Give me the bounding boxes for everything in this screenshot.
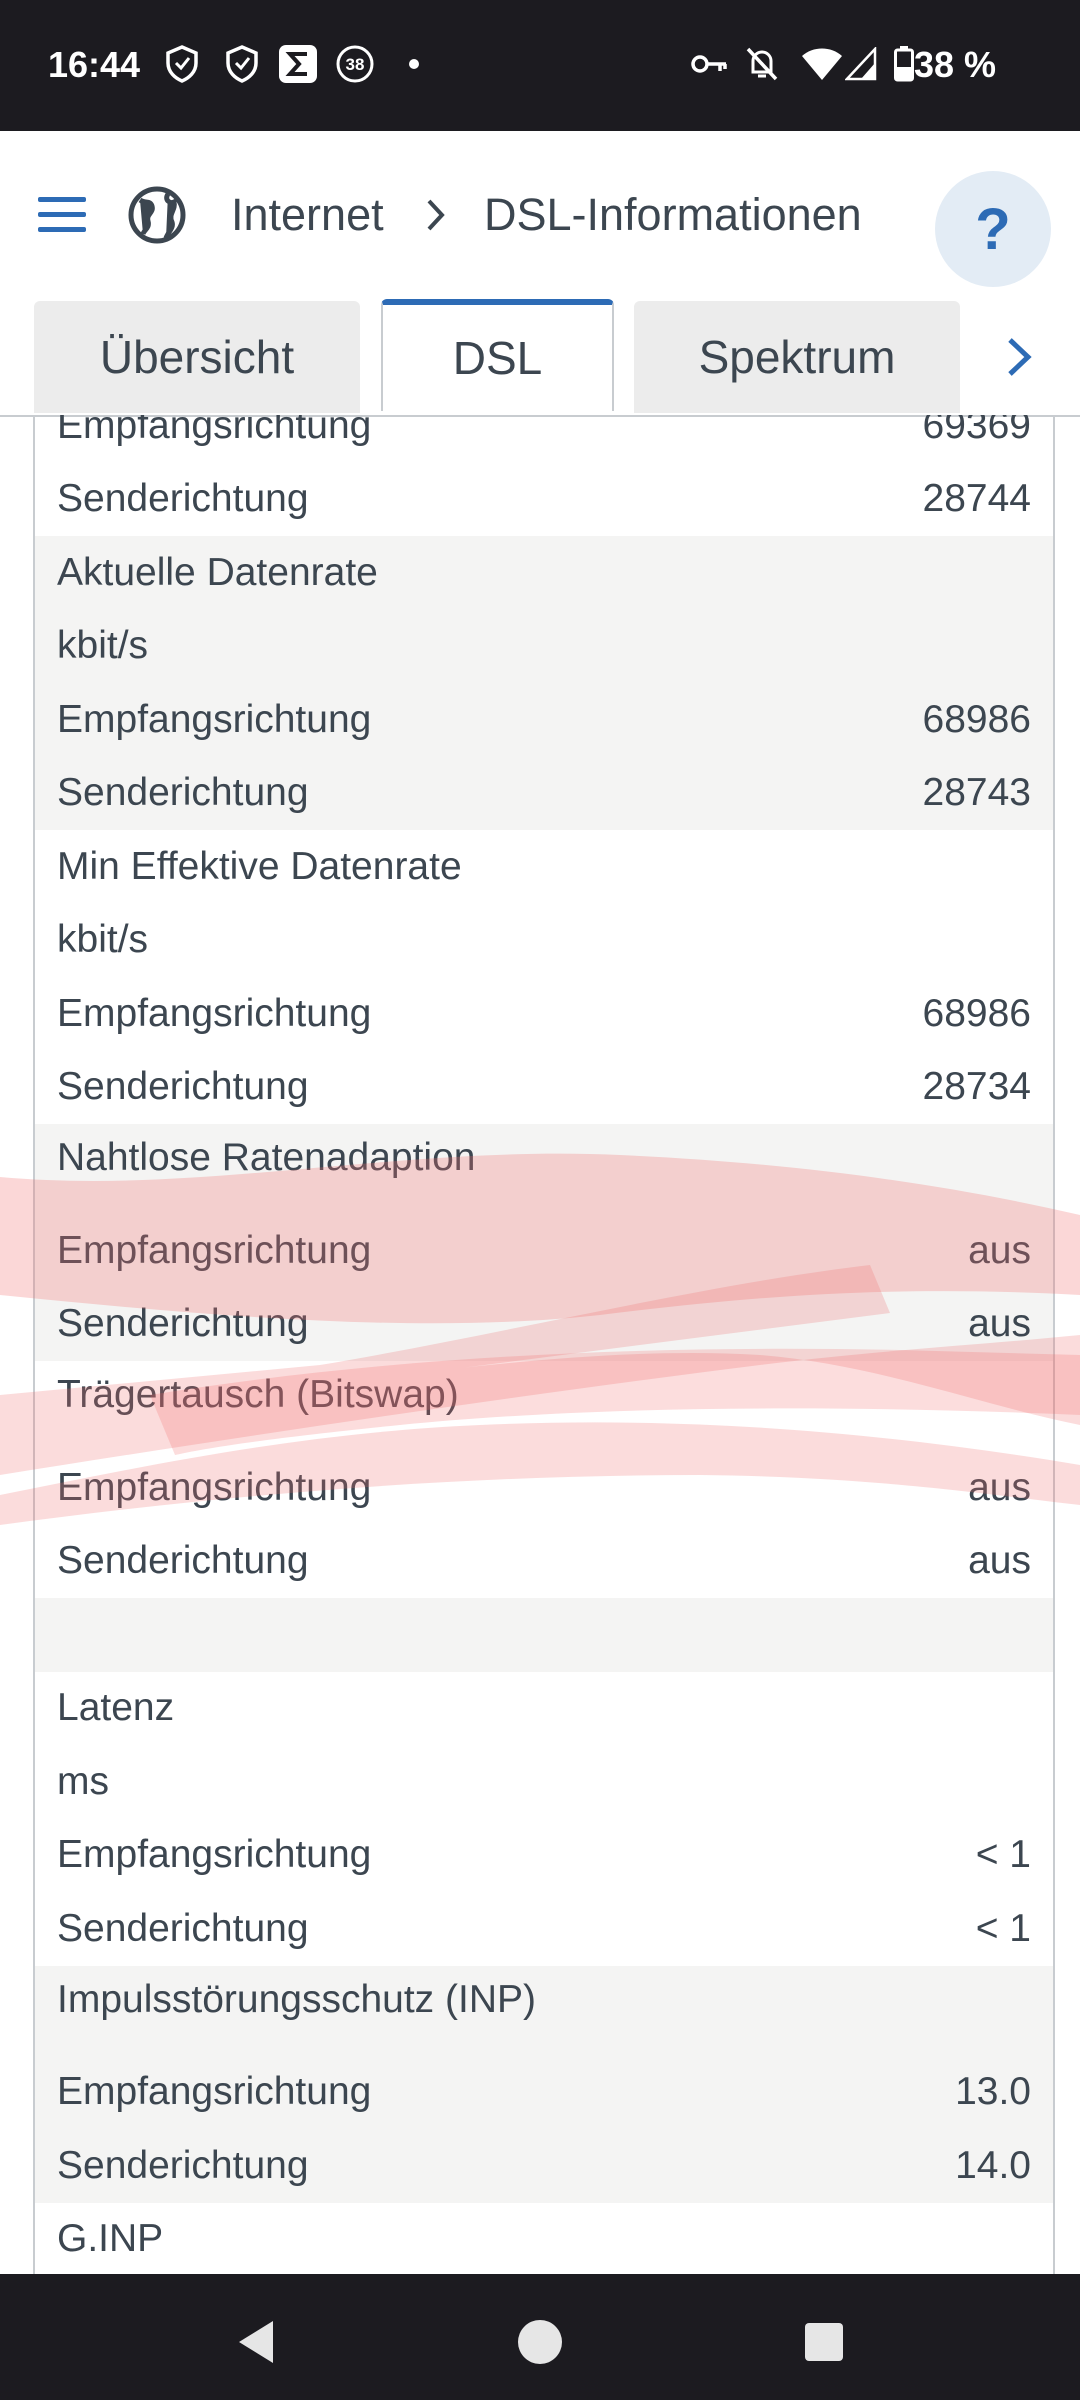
section-unit: ms: [57, 1759, 109, 1803]
section-title: G.INP: [57, 2217, 164, 2261]
table-row: Senderichtung aus: [57, 1539, 1031, 1583]
menu-icon[interactable]: [36, 171, 88, 259]
navigation-bar: [0, 2274, 1080, 2400]
table-row: Empfangsrichtung aus: [57, 1465, 1031, 1509]
table-row: Empfangsrichtung 69369: [57, 415, 1031, 447]
status-bar: 16:44 38 38 %: [0, 0, 1080, 131]
status-time: 16:44: [48, 44, 141, 85]
section-title: Latenz: [57, 1686, 175, 1730]
section-title: Nahtlose Ratenadaption: [57, 1136, 476, 1179]
table-row: Empfangsrichtung 13.0: [57, 2070, 1031, 2114]
battery-percentage: 38 %: [913, 44, 996, 85]
table-row: Senderichtung < 1: [57, 1906, 1031, 1950]
section-bitswap: Trägertausch (Bitswap) Empfangsrichtung a…: [35, 1361, 1053, 1598]
shield-icon: [162, 44, 202, 84]
section-title: Aktuelle Datenrate: [57, 550, 378, 594]
section-unit: kbit/s: [57, 918, 149, 962]
table-row: Empfangsrichtung 68986: [57, 991, 1031, 1035]
section-latenz: Latenz ms Empfangsrichtung < 1 Sendericht…: [35, 1672, 1053, 1966]
section-min-effektive-datenrate: Min Effektive Datenrate kbit/s Empfangsr…: [35, 830, 1053, 1124]
section-unit: kbit/s: [57, 624, 149, 668]
table-row: Empfangsrichtung 68986: [57, 697, 1031, 741]
help-label: ?: [975, 196, 1011, 262]
tab-spektrum[interactable]: Spektrum: [634, 301, 960, 413]
section-title: Trägertausch (Bitswap): [57, 1373, 459, 1416]
dsl-info-content: Empfangsrichtung 69369 Senderichtung 28744…: [0, 415, 1080, 2274]
wifi-icon: [800, 44, 844, 84]
section-nahtlose-ratenadaption: Nahtlose Ratenadaption Empfangsrichtung a…: [35, 1124, 1053, 1361]
shield-icon: [222, 44, 262, 84]
table-row: Senderichtung aus: [57, 1302, 1031, 1346]
section-inp: Impulsstörungsschutz (INP) Empfangsricht…: [35, 1965, 1053, 2203]
home-icon[interactable]: [510, 2312, 570, 2372]
dot-icon: [404, 44, 424, 84]
sigma-app-icon: [277, 44, 319, 84]
signal-icon: [843, 44, 879, 84]
table-row: Empfangsrichtung < 1: [57, 1833, 1031, 1877]
back-icon[interactable]: [226, 2312, 286, 2372]
tab-uebersicht[interactable]: Übersicht: [34, 301, 360, 413]
battery-icon: [892, 44, 916, 84]
svg-text:38: 38: [346, 55, 365, 74]
recents-icon[interactable]: [794, 2312, 854, 2372]
section-aktuelle-datenrate: Aktuelle Datenrate kbit/s Empfangsrichtu…: [35, 536, 1053, 830]
section-spacer: [35, 1598, 1053, 1672]
tab-dsl[interactable]: DSL: [381, 299, 614, 411]
section-title: Min Effektive Datenrate: [57, 844, 462, 888]
breadcrumb-separator-icon: [425, 171, 447, 259]
table-row: Senderichtung 28743: [57, 771, 1031, 815]
section-top: Empfangsrichtung 69369 Senderichtung 28744: [35, 415, 1053, 536]
globe-icon: [128, 171, 186, 259]
table-row: Senderichtung 14.0: [57, 2143, 1031, 2187]
help-button[interactable]: ?: [935, 171, 1051, 287]
section-ginp: G.INP: [35, 2203, 1053, 2275]
table-row: Senderichtung 28744: [57, 477, 1031, 521]
table-row: Empfangsrichtung aus: [57, 1228, 1031, 1272]
key-icon: [690, 44, 730, 84]
breadcrumb-dsl-informationen: DSL-Informationen: [484, 189, 862, 240]
bell-off-icon: [742, 44, 782, 84]
table-row: Senderichtung 28734: [57, 1065, 1031, 1109]
dsl-info-table: Empfangsrichtung 69369 Senderichtung 28744…: [33, 415, 1055, 2274]
spacer-row: [35, 1598, 1053, 1672]
chevron-right-icon[interactable]: [984, 319, 1054, 395]
badge-38-icon: 38: [334, 44, 376, 84]
section-title: Impulsstörungsschutz (INP): [57, 1977, 536, 2021]
app-header: Internet DSL-Informationen ?: [0, 131, 1080, 299]
tab-bar: Übersicht DSL Spektrum: [0, 299, 1080, 417]
breadcrumb-internet[interactable]: Internet: [231, 171, 384, 259]
